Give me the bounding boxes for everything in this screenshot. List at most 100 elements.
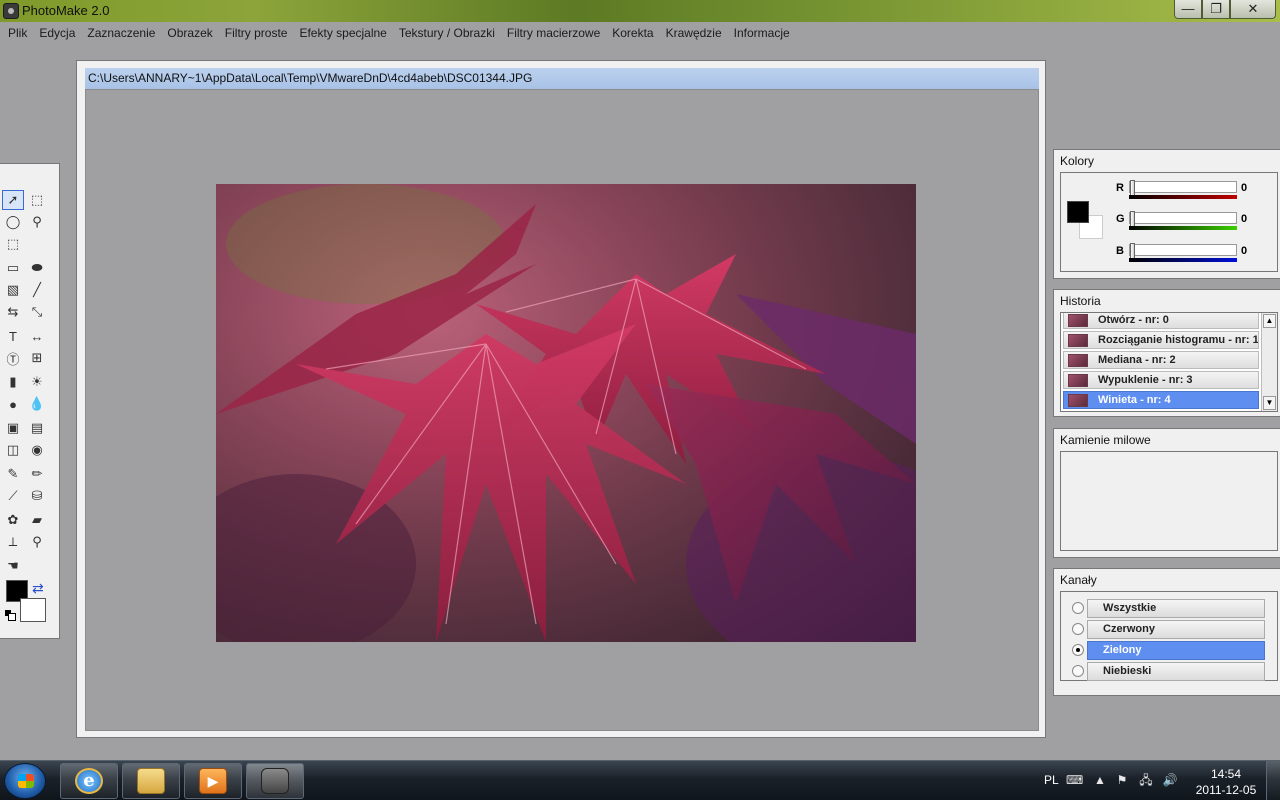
red-slider-thumb[interactable] xyxy=(1130,180,1135,196)
background-color-swatch[interactable] xyxy=(20,598,46,622)
palette-icon[interactable]: ✿ xyxy=(2,510,24,530)
reset-colors-icon[interactable] xyxy=(5,610,16,621)
history-item[interactable]: Otwórz - nr: 0 xyxy=(1063,313,1259,329)
channel-item[interactable]: Wszystkie xyxy=(1087,599,1265,618)
brightness-icon[interactable]: ▮ xyxy=(2,372,24,392)
blue-slider-thumb[interactable] xyxy=(1130,243,1135,259)
rounded-rect-icon[interactable]: ▭ xyxy=(2,258,24,278)
rect-select-icon[interactable]: ⬚ xyxy=(26,190,48,210)
eyedropper-icon[interactable]: ⟂ xyxy=(2,532,24,552)
sphere-icon[interactable]: ● xyxy=(2,394,24,414)
knife-icon[interactable]: ⟋ xyxy=(2,486,24,506)
taskbar-internet-explorer[interactable]: e xyxy=(60,763,118,799)
taskbar-explorer[interactable] xyxy=(122,763,180,799)
start-button[interactable] xyxy=(4,763,46,799)
keyboard-icon[interactable]: ⌨ xyxy=(1066,772,1083,788)
mirror-icon[interactable]: ◫ xyxy=(2,440,24,460)
text-box-icon[interactable]: Ⓣ xyxy=(2,348,24,368)
frame-icon[interactable]: ▣ xyxy=(2,418,24,438)
text-icon[interactable]: T xyxy=(2,326,24,346)
stamp-icon[interactable]: ▤ xyxy=(26,418,48,438)
menu-edycja[interactable]: Edycja xyxy=(33,26,81,40)
menu-korekta[interactable]: Korekta xyxy=(606,26,659,40)
pointer-icon[interactable]: ➚ xyxy=(2,190,24,210)
green-slider-thumb[interactable] xyxy=(1130,211,1135,227)
menu-tekstury-obrazki[interactable]: Tekstury / Obrazki xyxy=(393,26,501,40)
ellipse-shape-icon[interactable]: ⬬ xyxy=(26,258,48,278)
menu-zaznaczenie[interactable]: Zaznaczenie xyxy=(81,26,161,40)
colors-panel-body: R 0 G 0 B 0 xyxy=(1060,172,1278,272)
history-scrollbar[interactable]: ▲ ▼ xyxy=(1261,313,1277,411)
clock-time[interactable]: 14:54 xyxy=(1198,767,1254,781)
blue-slider[interactable] xyxy=(1129,243,1237,259)
clock-date[interactable]: 2011-12-05 xyxy=(1192,783,1260,797)
measure-icon[interactable]: ↔ xyxy=(26,326,48,346)
milestones-list[interactable] xyxy=(1060,451,1278,551)
brush-icon[interactable]: ✎ xyxy=(2,464,24,484)
history-item[interactable]: Winieta - nr: 4 xyxy=(1063,391,1259,409)
photo-image[interactable] xyxy=(216,184,916,642)
eraser-icon[interactable]: ▰ xyxy=(26,510,48,530)
channel-radio[interactable] xyxy=(1072,602,1084,614)
tool-row: ⬚ xyxy=(2,234,54,256)
channel-item[interactable]: Zielony xyxy=(1087,641,1265,660)
line-icon[interactable]: ╱ xyxy=(26,280,48,300)
green-slider[interactable] xyxy=(1129,211,1237,227)
sun-icon[interactable]: ☀ xyxy=(26,372,48,392)
close-button[interactable]: ✕ xyxy=(1230,0,1276,19)
smudge-icon[interactable]: ☚ xyxy=(2,556,24,576)
menu-filtry-macierzowe[interactable]: Filtry macierzowe xyxy=(501,26,606,40)
history-list[interactable]: Otwórz - nr: 0 Rozciąganie histogramu - n… xyxy=(1060,312,1278,412)
foreground-color-preview[interactable] xyxy=(1067,201,1089,223)
history-item[interactable]: Mediana - nr: 2 xyxy=(1063,351,1259,369)
minimize-button[interactable]: — xyxy=(1174,0,1202,19)
eye-icon[interactable]: ◉ xyxy=(26,440,48,460)
ellipse-select-icon[interactable]: ◯ xyxy=(2,212,24,232)
fit-icon[interactable]: ⊞ xyxy=(26,348,48,368)
maximize-button[interactable]: ❐ xyxy=(1202,0,1230,19)
taskbar-media-player[interactable]: ▶ xyxy=(184,763,242,799)
taskbar-photomake[interactable] xyxy=(246,763,304,799)
history-panel: Historia Otwórz - nr: 0 Rozciąganie histo… xyxy=(1053,289,1280,417)
lasso-select-icon[interactable]: ⬚ xyxy=(2,234,24,254)
red-slider[interactable] xyxy=(1129,180,1237,196)
scroll-up-icon[interactable]: ▲ xyxy=(1263,314,1276,328)
menu-informacje[interactable]: Informacje xyxy=(728,26,796,40)
magic-wand-icon[interactable]: ⚲ xyxy=(26,212,48,232)
tool-row: ▧ ╱ xyxy=(2,280,54,302)
scroll-down-icon[interactable]: ▼ xyxy=(1263,396,1276,410)
menu-plik[interactable]: Plik xyxy=(2,26,33,40)
volume-icon[interactable]: 🔊 xyxy=(1162,772,1178,788)
pattern-fill-icon[interactable]: ▧ xyxy=(2,280,24,300)
canvas-area[interactable] xyxy=(85,89,1039,731)
resize-icon[interactable]: ⤡ xyxy=(26,302,48,322)
app-icon[interactable] xyxy=(3,3,19,19)
zoom-icon[interactable]: ⚲ xyxy=(26,532,48,552)
menu-krawedzie[interactable]: Krawędzie xyxy=(660,26,728,40)
channel-item[interactable]: Niebieski xyxy=(1087,662,1265,681)
history-item[interactable]: Rozciąganie histogramu - nr: 1 xyxy=(1063,331,1259,349)
channel-radio[interactable] xyxy=(1072,665,1084,677)
window-title: PhotoMake 2.0 xyxy=(22,3,110,18)
green-label: G xyxy=(1116,213,1125,225)
menu-filtry-proste[interactable]: Filtry proste xyxy=(219,26,294,40)
pencil-icon[interactable]: ✏ xyxy=(26,464,48,484)
blue-gradient xyxy=(1129,258,1237,262)
channel-radio[interactable] xyxy=(1072,623,1084,635)
bucket-icon[interactable]: ⛁ xyxy=(26,486,48,506)
swap-colors-icon[interactable]: ⇄ xyxy=(32,580,48,596)
drop-icon[interactable]: 💧 xyxy=(26,394,48,414)
show-desktop-button[interactable] xyxy=(1266,761,1280,800)
channel-item[interactable]: Czerwony xyxy=(1087,620,1265,639)
history-item[interactable]: Wypuklenie - nr: 3 xyxy=(1063,371,1259,389)
rotate-icon[interactable]: ⇆ xyxy=(2,302,24,322)
menu-efekty-specjalne[interactable]: Efekty specjalne xyxy=(293,26,392,40)
menu-obrazek[interactable]: Obrazek xyxy=(161,26,218,40)
red-value: 0 xyxy=(1241,182,1248,194)
network-icon[interactable]: 🖧 xyxy=(1138,772,1154,788)
channel-radio[interactable] xyxy=(1072,644,1084,656)
show-hidden-icon[interactable]: ▲ xyxy=(1092,772,1108,788)
colors-panel-title: Kolory xyxy=(1060,154,1095,168)
language-indicator[interactable]: PL xyxy=(1044,773,1059,787)
flag-icon[interactable]: ⚑ xyxy=(1114,772,1130,788)
